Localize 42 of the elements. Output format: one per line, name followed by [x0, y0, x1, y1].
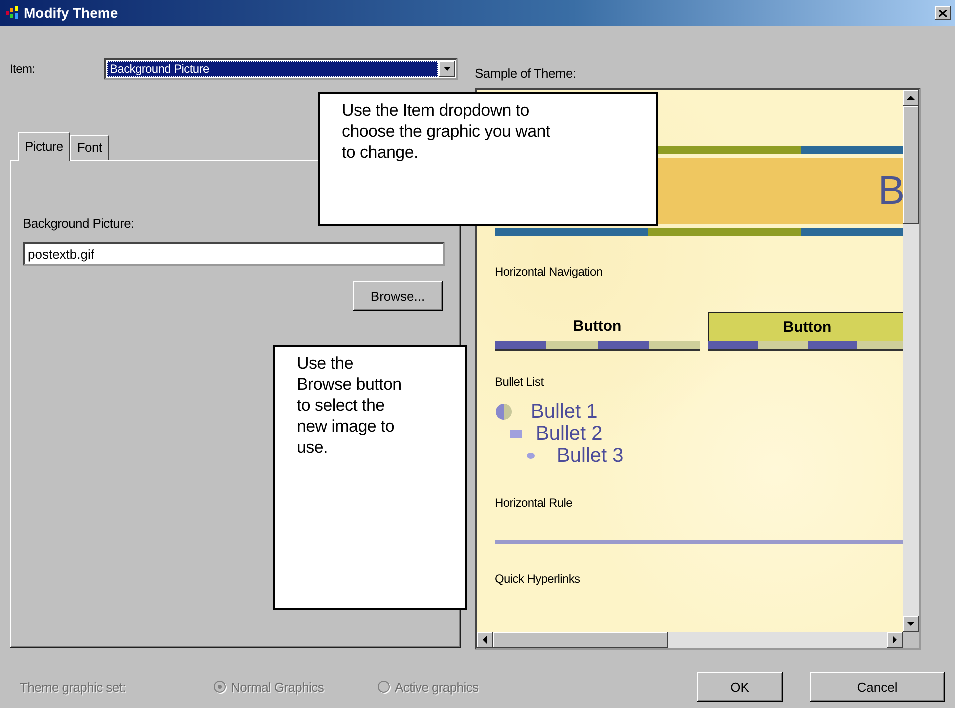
ok-button[interactable]: OK	[697, 672, 783, 702]
section-label: Sample of Theme:	[475, 66, 578, 83]
vertical-scrollbar[interactable]	[903, 90, 919, 632]
left-arrow-icon	[481, 636, 489, 644]
dropdown-arrow-icon	[444, 67, 450, 71]
bullet-text: Bullet 1	[531, 401, 598, 423]
close-icon	[939, 10, 947, 16]
down-arrow-icon	[907, 620, 915, 628]
browse-button[interactable]: Browse...	[353, 281, 443, 311]
close-button[interactable]	[935, 6, 951, 20]
tab[interactable]: Font	[70, 135, 110, 160]
field-label: Background Picture:	[23, 216, 136, 231]
scroll-button[interactable]	[903, 90, 919, 106]
scroll-button[interactable]	[477, 632, 493, 648]
group-label: Theme graphic set:	[19, 680, 127, 694]
cancel-button[interactable]: Cancel	[810, 672, 945, 702]
callout-text: Use the Item dropdown to choose the graphic you want to change.	[341, 100, 552, 164]
scroll-button[interactable]	[887, 632, 903, 648]
bullet-text: Bullet 3	[557, 445, 624, 467]
field-label: Item:	[10, 62, 36, 76]
section-heading: Horizontal Rule	[495, 496, 574, 510]
section-heading: Quick Hyperlinks	[495, 572, 582, 586]
section-heading: Horizontal Navigation	[495, 265, 604, 279]
bullet-text: Bullet 2	[536, 423, 603, 445]
tab[interactable]: Picture	[18, 132, 70, 161]
half-circle-bullet-icon	[495, 403, 513, 421]
scroll-button[interactable]	[903, 616, 919, 632]
window-title: Modify Theme	[24, 5, 120, 21]
horizontal-scrollbar[interactable]	[477, 632, 903, 648]
nav-button-label: Button	[783, 319, 832, 336]
dot-bullet-icon	[527, 453, 535, 459]
scroll-thumb[interactable]	[903, 106, 919, 224]
app-icon	[6, 6, 20, 20]
input-field[interactable]: postextb.gif	[23, 242, 445, 266]
callout-text: Use the Browse button to select the new image to use.	[296, 353, 403, 459]
section-heading: Bullet List	[495, 375, 545, 389]
nav-button-label: Button	[573, 318, 622, 335]
square-bullet-icon	[510, 429, 522, 439]
right-arrow-icon	[891, 636, 899, 644]
scroll-thumb[interactable]	[493, 632, 668, 648]
item-dropdown[interactable]: Background Picture	[104, 58, 458, 80]
up-arrow-icon	[907, 94, 915, 102]
